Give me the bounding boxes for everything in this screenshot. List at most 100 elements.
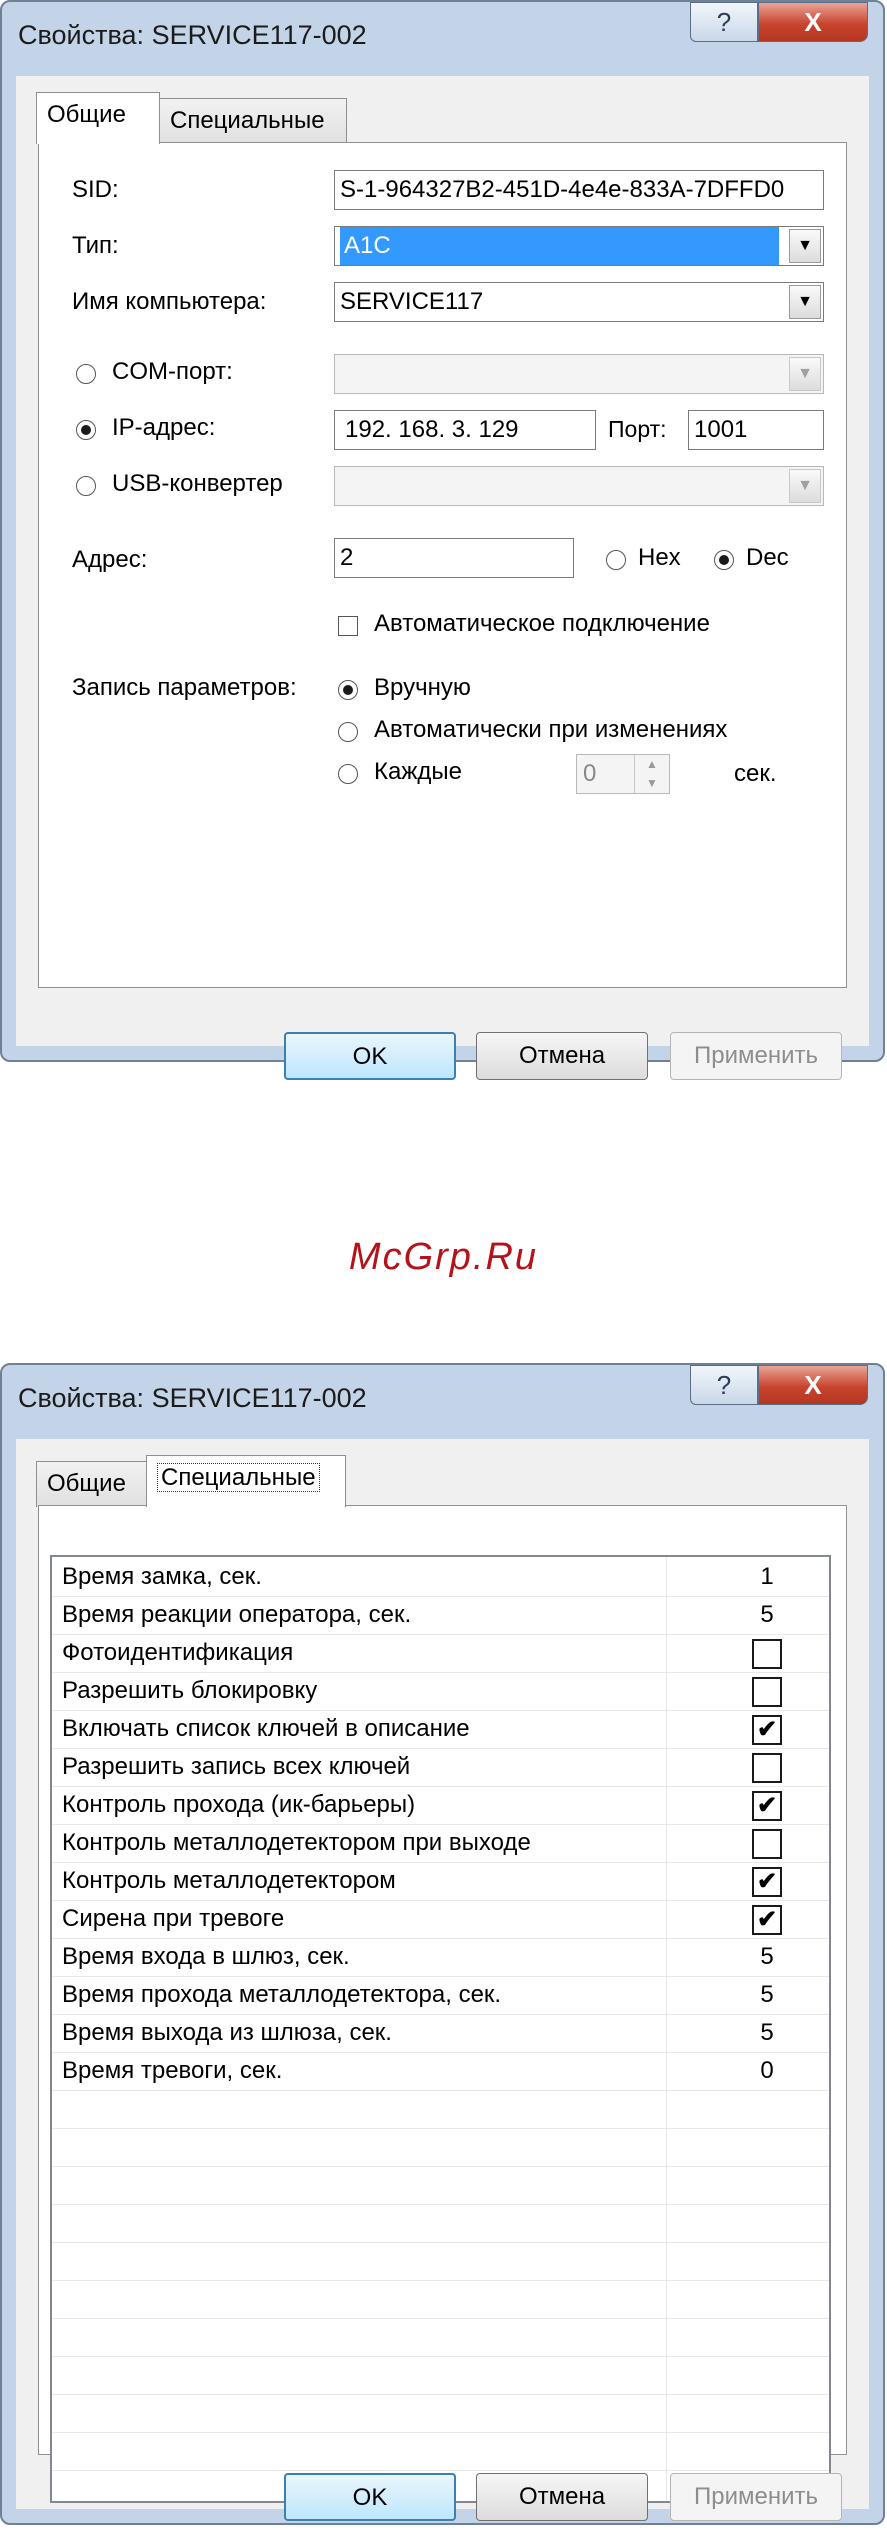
help-button[interactable]: ? — [690, 2, 758, 42]
list-item[interactable] — [52, 2243, 829, 2281]
manual-radio[interactable] — [338, 680, 358, 700]
chevron-down-icon[interactable]: ▼ — [789, 229, 821, 263]
setting-value[interactable]: 5 — [752, 1943, 782, 1971]
chevron-down-icon: ▼ — [789, 469, 821, 503]
unchecked-checkbox[interactable] — [752, 1677, 782, 1707]
setting-name: Контроль металлодетектором — [62, 1867, 396, 1894]
ip-octet-3[interactable]: 3 — [452, 416, 465, 443]
setting-name: Разрешить запись всех ключей — [62, 1753, 411, 1780]
help-icon: ? — [716, 1370, 732, 1400]
computer-name-value: SERVICE117 — [340, 288, 484, 315]
ok-button[interactable]: OK — [284, 1032, 456, 1080]
unchecked-checkbox[interactable] — [752, 1639, 782, 1669]
checked-checkbox[interactable]: ✔ — [752, 1715, 782, 1745]
every-radio[interactable] — [338, 764, 358, 784]
tab-general[interactable]: Общие — [36, 1461, 148, 1507]
computer-name-label: Имя компьютера: — [72, 288, 267, 315]
tab-general-label: Общие — [47, 101, 126, 128]
ip-octet-4[interactable]: 129 — [478, 416, 518, 443]
apply-button[interactable]: Применить — [670, 2473, 842, 2521]
setting-name: Время выхода из шлюза, сек. — [62, 2019, 392, 2046]
address-field[interactable]: 2 — [334, 538, 574, 578]
list-item[interactable]: Время прохода металлодетектора, сек. 5 — [52, 1977, 829, 2015]
tab-special[interactable]: Специальные — [159, 98, 347, 144]
usb-converter-radio[interactable] — [76, 476, 96, 496]
com-port-dropdown[interactable]: ▼ — [334, 354, 824, 394]
list-item[interactable] — [52, 2319, 829, 2357]
auto-connect-checkbox[interactable] — [338, 616, 358, 636]
checked-checkbox[interactable]: ✔ — [752, 1905, 782, 1935]
list-item[interactable]: Контроль прохода (ик-барьеры) ✔ — [52, 1787, 829, 1825]
list-item[interactable] — [52, 2091, 829, 2129]
cancel-button[interactable]: Отмена — [476, 2473, 648, 2521]
hex-radio[interactable] — [606, 550, 626, 570]
setting-value[interactable]: 5 — [752, 1601, 782, 1629]
checked-checkbox[interactable]: ✔ — [752, 1867, 782, 1897]
list-item[interactable] — [52, 2205, 829, 2243]
ip-octet-2[interactable]: 168 — [398, 416, 438, 443]
list-item[interactable]: Сирена при тревоге ✔ — [52, 1901, 829, 1939]
close-button[interactable]: X — [758, 1365, 868, 1405]
com-port-radio[interactable] — [76, 364, 96, 384]
cancel-button[interactable]: Отмена — [476, 1032, 648, 1080]
every-seconds-stepper[interactable]: 0 ▲ ▼ — [576, 754, 670, 794]
auto-on-change-radio[interactable] — [338, 722, 358, 742]
dialog-client: Общие Специальные Время замка, сек. 1 Врем… — [16, 1439, 869, 2521]
list-item[interactable]: Время входа в шлюз, сек. 5 — [52, 1939, 829, 1977]
list-item[interactable] — [52, 2281, 829, 2319]
manual-label: Вручную — [374, 674, 471, 701]
stepper-arrows-icon[interactable]: ▲ ▼ — [634, 755, 669, 793]
unchecked-checkbox[interactable] — [752, 1753, 782, 1783]
setting-value[interactable]: 5 — [752, 1981, 782, 2009]
dialog-title: Свойства: SERVICE117-002 — [18, 1383, 367, 1413]
list-item[interactable]: Время замка, сек. 1 — [52, 1559, 829, 1597]
title-bar: Свойства: SERVICE117-002 ? X — [2, 2, 883, 72]
unchecked-checkbox[interactable] — [752, 1829, 782, 1859]
list-item[interactable] — [52, 2433, 829, 2471]
dec-radio[interactable] — [714, 550, 734, 570]
setting-name: Включать список ключей в описание — [62, 1715, 470, 1742]
apply-button[interactable]: Применить — [670, 1032, 842, 1080]
help-button[interactable]: ? — [690, 1365, 758, 1405]
setting-name: Контроль металлодетектором при выходе — [62, 1829, 531, 1856]
sid-field[interactable]: S-1-964327B2-451D-4e4e-833A-7DFFD0 — [334, 170, 824, 210]
address-label: Адрес: — [72, 546, 148, 573]
port-field[interactable]: 1001 — [688, 410, 824, 450]
settings-list[interactable]: Время замка, сек. 1 Время реакции оператор… — [50, 1555, 831, 2503]
setting-name: Время замка, сек. — [62, 1563, 262, 1590]
tab-special[interactable]: Специальные — [146, 1455, 346, 1507]
usb-converter-dropdown[interactable]: ▼ — [334, 466, 824, 506]
list-item[interactable]: Разрешить запись всех ключей — [52, 1749, 829, 1787]
ip-address-field[interactable]: 192. 168. 3. 129 — [334, 410, 596, 450]
list-item[interactable] — [52, 2167, 829, 2205]
list-item[interactable]: Время реакции оператора, сек. 5 — [52, 1597, 829, 1635]
chevron-down-icon[interactable]: ▼ — [789, 285, 821, 319]
setting-value[interactable]: 0 — [752, 2057, 782, 2085]
dialog-client: Общие Специальные SID: S-1-964327B2-451D… — [16, 76, 869, 1080]
computer-name-dropdown[interactable]: SERVICE117 ▼ — [334, 282, 824, 322]
ok-button[interactable]: OK — [284, 2473, 456, 2521]
list-item[interactable]: Включать список ключей в описание ✔ — [52, 1711, 829, 1749]
tab-general[interactable]: Общие — [36, 92, 160, 144]
properties-dialog-general: Свойства: SERVICE117-002 ? X Общие Специ… — [0, 0, 885, 1080]
list-item[interactable]: Фотоидентификация — [52, 1635, 829, 1673]
list-item[interactable]: Разрешить блокировку — [52, 1673, 829, 1711]
setting-name: Сирена при тревоге — [62, 1905, 285, 1932]
list-item[interactable]: Время выхода из шлюза, сек. 5 — [52, 2015, 829, 2053]
ip-address-radio[interactable] — [76, 420, 96, 440]
type-dropdown[interactable]: A1C ▼ — [334, 226, 824, 266]
list-item[interactable]: Время тревоги, сек. 0 — [52, 2053, 829, 2091]
checked-checkbox[interactable]: ✔ — [752, 1791, 782, 1821]
setting-value[interactable]: 1 — [752, 1563, 782, 1591]
help-icon: ? — [716, 7, 732, 37]
close-icon: X — [804, 7, 822, 37]
list-item[interactable]: Контроль металлодетектором при выходе — [52, 1825, 829, 1863]
setting-value[interactable]: 5 — [752, 2019, 782, 2047]
list-item[interactable]: Контроль металлодетектором ✔ — [52, 1863, 829, 1901]
dec-label: Dec — [746, 544, 789, 571]
list-item[interactable] — [52, 2129, 829, 2167]
list-item[interactable] — [52, 2357, 829, 2395]
close-button[interactable]: X — [758, 2, 868, 42]
list-item[interactable] — [52, 2395, 829, 2433]
ip-octet-1[interactable]: 192 — [345, 416, 385, 443]
